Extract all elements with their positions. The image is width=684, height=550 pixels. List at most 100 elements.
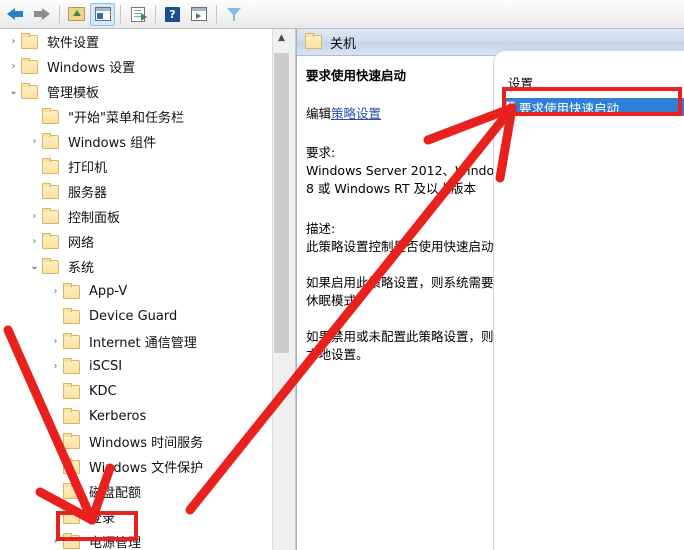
tree-node[interactable]: ⌄ 管理模板 <box>0 79 272 104</box>
tree-node[interactable]: › Windows 时间服务 <box>0 429 272 454</box>
tree-node[interactable]: › Internet 通信管理 <box>0 329 272 354</box>
tree-node-label: 登录 <box>89 511 116 526</box>
chevron-right-icon[interactable]: › <box>48 286 63 297</box>
settings-column-header: 设置 <box>508 76 534 91</box>
tree-node-label: "开始"菜单和任务栏 <box>68 111 184 126</box>
pane-splitter[interactable] <box>289 29 296 550</box>
tree-node[interactable]: › iSCSI <box>0 354 272 379</box>
chevron-right-icon[interactable]: › <box>48 436 63 447</box>
up-folder-button[interactable] <box>64 3 89 26</box>
chevron-down-icon[interactable]: ⌄ <box>6 86 21 97</box>
policy-description-column: 要求使用快速启动 编辑策略设置 要求: Windows Server 2012、… <box>306 68 521 364</box>
details-body: 要求使用快速启动 编辑策略设置 要求: Windows Server 2012、… <box>297 50 684 550</box>
tree-node[interactable]: › App-V <box>0 279 272 304</box>
tree-node-label: Internet 通信管理 <box>89 336 197 351</box>
tree-node[interactable]: 打印机 <box>0 154 272 179</box>
folder-icon <box>21 82 38 99</box>
setting-list-item[interactable]: 要求使用快速启动 <box>502 98 684 116</box>
tree-node[interactable]: › 电源管理 <box>0 529 272 550</box>
tree-node[interactable]: › Windows 设置 <box>0 54 272 79</box>
tree-node[interactable]: › 网络 <box>0 229 272 254</box>
export-list-button[interactable] <box>125 3 150 26</box>
requirements-text: Windows Server 2012、Windows 8 或 Windows … <box>306 163 511 196</box>
tree-node[interactable]: Device Guard <box>0 304 272 329</box>
paragraph-disabled: 如果禁用或未配置此策略设置，则使用本地设置。 <box>306 329 519 362</box>
edit-policy-setting-link[interactable]: 策略设置 <box>331 106 381 121</box>
folder-icon <box>42 257 59 274</box>
help-button[interactable]: ? <box>160 3 185 26</box>
filter-funnel-icon <box>226 7 242 22</box>
tree-list: › 软件设置 › Windows 设置 ⌄ 管理模板 "开始"菜单和任务栏 › Windows … <box>0 29 272 550</box>
description-section: 描述: 此策略设置控制是否使用快速启动。 <box>306 220 521 256</box>
chevron-right-icon[interactable]: › <box>6 36 21 47</box>
filter-button[interactable] <box>221 3 246 26</box>
setting-list-item-label: 要求使用快速启动 <box>519 100 620 116</box>
gpedit-window: ? › 软件设置 › Windows 设置 ⌄ 管理模板 "开始"菜单和任务栏 › Window… <box>0 0 684 550</box>
settings-list: 要求使用快速启动 <box>502 98 684 116</box>
tree-node[interactable]: 服务器 <box>0 179 272 204</box>
chevron-right-icon[interactable]: › <box>27 136 42 147</box>
folder-icon <box>42 157 59 174</box>
toolbar-separator <box>155 4 156 24</box>
folder-icon <box>63 357 80 374</box>
back-button[interactable] <box>3 3 28 26</box>
chevron-right-icon[interactable]: › <box>48 536 63 547</box>
chevron-right-icon[interactable]: › <box>48 336 63 347</box>
chevron-right-icon[interactable]: › <box>27 236 42 247</box>
tree-node[interactable]: Windows 文件保护 <box>0 454 272 479</box>
scroll-up-arrow-icon[interactable]: ▲ <box>273 29 289 46</box>
tree-node-label: KDC <box>89 384 117 399</box>
toolbar-separator <box>120 4 121 24</box>
toolbar-separator <box>59 4 60 24</box>
folder-icon <box>42 232 59 249</box>
show-window-icon <box>190 7 207 21</box>
tree-node-label: Windows 设置 <box>47 61 136 76</box>
details-pane: 关机 要求使用快速启动 编辑策略设置 要求: Windows Server 20… <box>296 29 684 550</box>
tree-node-label: 电源管理 <box>89 536 142 550</box>
folder-icon <box>63 507 80 524</box>
policy-setting-icon <box>502 100 515 114</box>
chevron-right-icon[interactable]: › <box>27 211 42 222</box>
tree-node-label: 控制面板 <box>68 211 121 226</box>
tree-node-label: 网络 <box>68 236 95 251</box>
chevron-down-icon[interactable]: ⌄ <box>27 261 42 272</box>
folder-icon <box>63 307 80 324</box>
tree-node-label: iSCSI <box>89 359 123 374</box>
chevron-right-icon[interactable]: › <box>48 361 63 372</box>
tree-vertical-scrollbar[interactable]: ▲ <box>272 29 289 550</box>
folder-icon <box>21 57 38 74</box>
show-window-button[interactable] <box>186 3 211 26</box>
tree-node-label: App-V <box>89 284 128 299</box>
show-hide-tree-button[interactable] <box>90 2 115 26</box>
console-tree-pane: › 软件设置 › Windows 设置 ⌄ 管理模板 "开始"菜单和任务栏 › Windows … <box>0 29 289 550</box>
tree-node-label: 打印机 <box>68 161 108 176</box>
toolbar-separator <box>216 4 217 24</box>
settings-panel: 设置 要求使用快速启动 <box>493 50 684 550</box>
policy-title: 要求使用快速启动 <box>306 68 407 83</box>
chevron-right-icon[interactable]: › <box>6 61 21 72</box>
forward-arrow-icon <box>33 7 50 21</box>
tree-node-label: Windows 组件 <box>68 136 157 151</box>
tree-node[interactable]: › 控制面板 <box>0 204 272 229</box>
tree-pane-icon <box>94 7 111 21</box>
tree-node[interactable]: 登录 <box>0 504 272 529</box>
tree-node-label: Device Guard <box>89 309 178 324</box>
tree-node-label: 系统 <box>68 261 95 276</box>
tree-node[interactable]: › 软件设置 <box>0 29 272 54</box>
tree-node[interactable]: KDC <box>0 379 272 404</box>
tree-node[interactable]: "开始"菜单和任务栏 <box>0 104 272 129</box>
scrollbar-thumb[interactable] <box>274 53 289 353</box>
forward-button[interactable] <box>29 3 54 26</box>
tree-node[interactable]: › Windows 组件 <box>0 129 272 154</box>
tree-node-label: 管理模板 <box>47 86 100 101</box>
folder-icon <box>42 182 59 199</box>
tree-node[interactable]: Kerberos <box>0 404 272 429</box>
tree-node[interactable]: 磁盘配额 <box>0 479 272 504</box>
folder-icon <box>63 382 80 399</box>
folder-icon <box>42 207 59 224</box>
folder-icon <box>42 107 59 124</box>
folder-icon <box>63 482 80 499</box>
folder-icon <box>63 432 80 449</box>
folder-icon <box>63 532 80 549</box>
tree-node[interactable]: ⌄ 系统 <box>0 254 272 279</box>
